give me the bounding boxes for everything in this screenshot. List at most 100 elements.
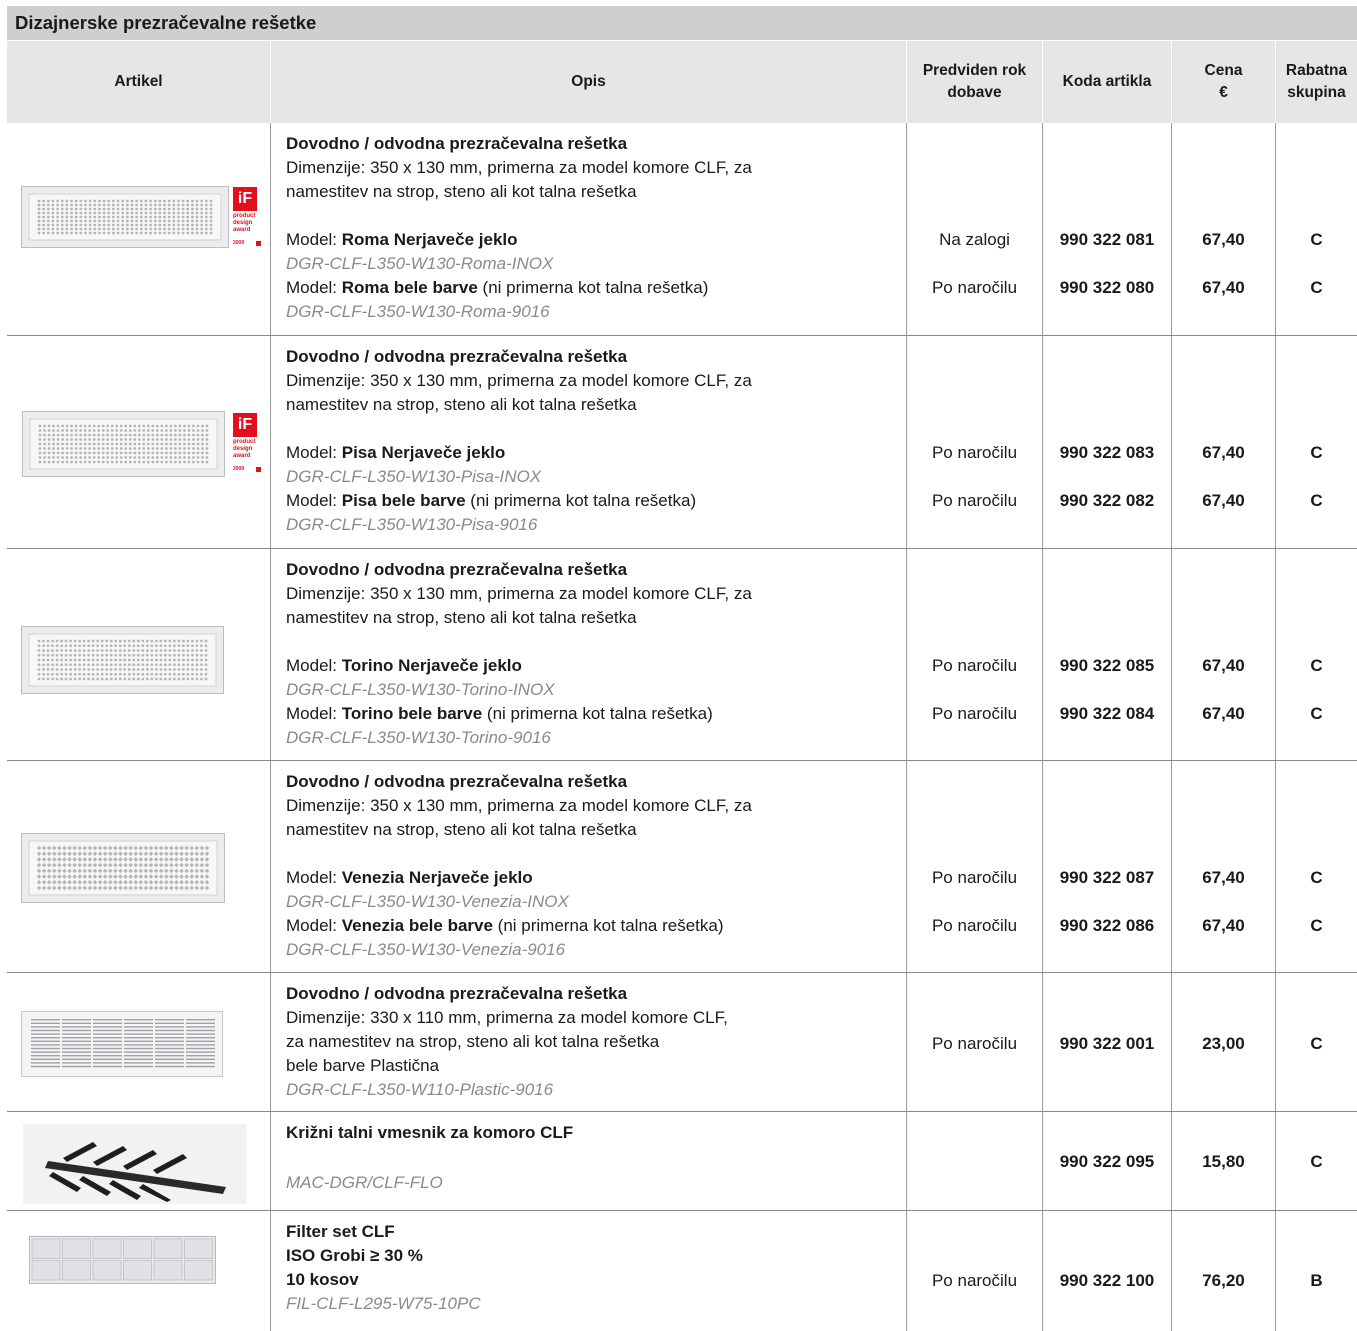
header-rabat: Rabatna skupina	[1285, 62, 1348, 101]
product-desc-line: namestitev na strop, steno ali kot talna…	[286, 608, 637, 627]
model-note: (ni primerna kot talna rešetka)	[482, 704, 713, 723]
price-cell: 67,40 67,40	[1172, 549, 1276, 760]
model-prefix: Model:	[286, 491, 342, 510]
delivery-time-cell: Po naročilu Po naročilu	[907, 761, 1043, 972]
table-row: Filter set CLF ISO Grobi ≥ 30 % 10 kosov…	[7, 1211, 1357, 1331]
grille-torino-image	[21, 626, 224, 694]
opis-cell: Filter set CLF ISO Grobi ≥ 30 % 10 kosov…	[271, 1211, 907, 1331]
product-title: Dovodno / odvodna prezračevalna rešetka	[286, 772, 628, 791]
product-code: MAC-DGR/CLF-FLO	[286, 1173, 443, 1192]
award-year: 2009	[233, 466, 245, 472]
artikel-cell	[7, 761, 271, 972]
discount-group: C	[1310, 278, 1323, 297]
model-name: Pisa Nerjaveče jeklo	[341, 443, 506, 462]
model-prefix: Model:	[286, 916, 342, 935]
discount-group-cell: CC	[1276, 761, 1357, 972]
grille-pisa-image	[22, 411, 225, 477]
discount-group-cell: CC	[1276, 336, 1357, 548]
award-logo: iF	[233, 413, 257, 437]
discount-group-cell: CC	[1276, 549, 1357, 760]
delivery-time-cell: Po naročilu Po naročilu	[907, 549, 1043, 760]
product-desc-line: Dimenzije: 350 x 130 mm, primerna za mod…	[286, 158, 752, 177]
product-code: DGR-CLF-L350-W130-Torino-INOX	[286, 680, 555, 699]
discount-group: C	[1310, 868, 1323, 887]
article-code: 990 322 001	[1059, 1034, 1155, 1053]
price: 67,40	[1202, 278, 1245, 297]
model-prefix: Model:	[286, 704, 342, 723]
price: 67,40	[1202, 916, 1245, 935]
discount-group: C	[1310, 704, 1323, 723]
discount-group: C	[1310, 230, 1323, 249]
product-desc-line: bele barve Plastična	[286, 1056, 440, 1075]
product-desc-line: namestitev na strop, steno ali kot talna…	[286, 395, 637, 414]
if-award-badge: iF product design award 2009	[233, 413, 261, 472]
model-line: Model: Roma Nerjaveče jeklo	[286, 228, 906, 252]
price: 67,40	[1202, 491, 1245, 510]
filter-set-image	[29, 1236, 216, 1284]
delivery-time: Po naročilu	[931, 491, 1018, 510]
model-note: (ni primerna kot talna rešetka)	[492, 916, 724, 935]
model-prefix: Model:	[286, 278, 342, 297]
product-desc-line: Dimenzije: 350 x 130 mm, primerna za mod…	[286, 371, 752, 390]
article-code: 990 322 087	[1059, 868, 1155, 887]
discount-group: C	[1310, 916, 1323, 935]
discount-group: C	[1310, 1034, 1323, 1053]
opis-cell: Dovodno / odvodna prezračevalna rešetka …	[271, 973, 907, 1111]
delivery-time: Po naročilu	[931, 868, 1018, 887]
article-code: 990 322 100	[1059, 1271, 1155, 1290]
article-code: 990 322 084	[1059, 704, 1155, 723]
delivery-time: Po naročilu	[931, 1271, 1018, 1290]
plastic-grille-image	[21, 1011, 223, 1077]
model-name: Pisa bele barve	[341, 491, 466, 510]
product-desc-line: Dimenzije: 330 x 110 mm, primerna za mod…	[286, 1008, 728, 1027]
price: 15,80	[1202, 1152, 1245, 1171]
table-title: Dizajnerske prezračevalne rešetke	[7, 6, 1357, 40]
opis-cell: Dovodno / odvodna prezračevalna rešetka D…	[271, 336, 907, 548]
price: 67,40	[1202, 443, 1245, 462]
product-title: Dovodno / odvodna prezračevalna rešetka	[286, 560, 628, 579]
article-code: 990 322 095	[1059, 1152, 1155, 1171]
article-code-cell: 990 322 085 990 322 084	[1043, 549, 1172, 760]
discount-group: C	[1310, 1152, 1323, 1171]
price: 76,20	[1202, 1271, 1245, 1290]
discount-group-cell: CC	[1276, 123, 1357, 335]
product-code: DGR-CLF-L350-W130-Pisa-INOX	[286, 467, 542, 486]
grille-roma-image	[21, 186, 229, 248]
product-table: Dizajnerske prezračevalne rešetke Artike…	[7, 6, 1357, 1331]
header-rok: Predviden rok dobave	[907, 41, 1043, 123]
delivery-time-cell: Po naročilu Po naročilu	[907, 336, 1043, 548]
header-cena: Cena €	[1172, 41, 1276, 123]
if-award-badge: iF product design award 2009	[233, 187, 261, 246]
opis-cell: Dovodno / odvodna prezračevalna rešetka D…	[271, 761, 907, 972]
product-title: Dovodno / odvodna prezračevalna rešetka	[286, 134, 628, 153]
table-row-group: Dovodno / odvodna prezračevalna rešetka D…	[7, 549, 1357, 761]
model-line: Model: Torino Nerjaveče jeklo	[286, 654, 906, 678]
delivery-time: Po naročilu	[931, 916, 1018, 935]
table-row-group: Dovodno / odvodna prezračevalna rešetka D…	[7, 761, 1357, 973]
product-code: DGR-CLF-L350-W130-Venezia-INOX	[286, 892, 569, 911]
award-year-wrap: 2009	[233, 466, 261, 472]
price: 23,00	[1202, 1034, 1245, 1053]
model-line: Model: Roma bele barve (ni primerna kot …	[286, 276, 906, 300]
model-name: Roma bele barve	[341, 278, 478, 297]
award-text: product design award	[233, 439, 256, 459]
header-opis: Opis	[271, 41, 907, 123]
table-row-group: iF product design award 2009 Dovodno / odvo…	[7, 123, 1357, 336]
award-year: 2009	[233, 240, 245, 246]
article-code: 990 322 085	[1059, 656, 1155, 675]
grille-venezia-image	[21, 833, 225, 903]
model-name: Torino bele barve	[341, 704, 483, 723]
product-title: Dovodno / odvodna prezračevalna rešetka	[286, 984, 628, 1003]
article-code: 990 322 083	[1059, 443, 1155, 462]
model-prefix: Model:	[286, 443, 342, 462]
header-artikel: Artikel	[7, 41, 271, 123]
price: 67,40	[1202, 704, 1245, 723]
award-text: product design award	[233, 213, 256, 233]
product-desc-line: Dimenzije: 350 x 130 mm, primerna za mod…	[286, 584, 752, 603]
discount-group: C	[1310, 656, 1323, 675]
artikel-cell: iF product design award 2009	[7, 336, 271, 548]
article-code: 990 322 086	[1059, 916, 1155, 935]
product-code: DGR-CLF-L350-W130-Roma-INOX	[286, 254, 554, 273]
delivery-time: Po naročilu	[931, 656, 1018, 675]
opis-cell: Dovodno / odvodna prezračevalna rešetka D…	[271, 549, 907, 760]
